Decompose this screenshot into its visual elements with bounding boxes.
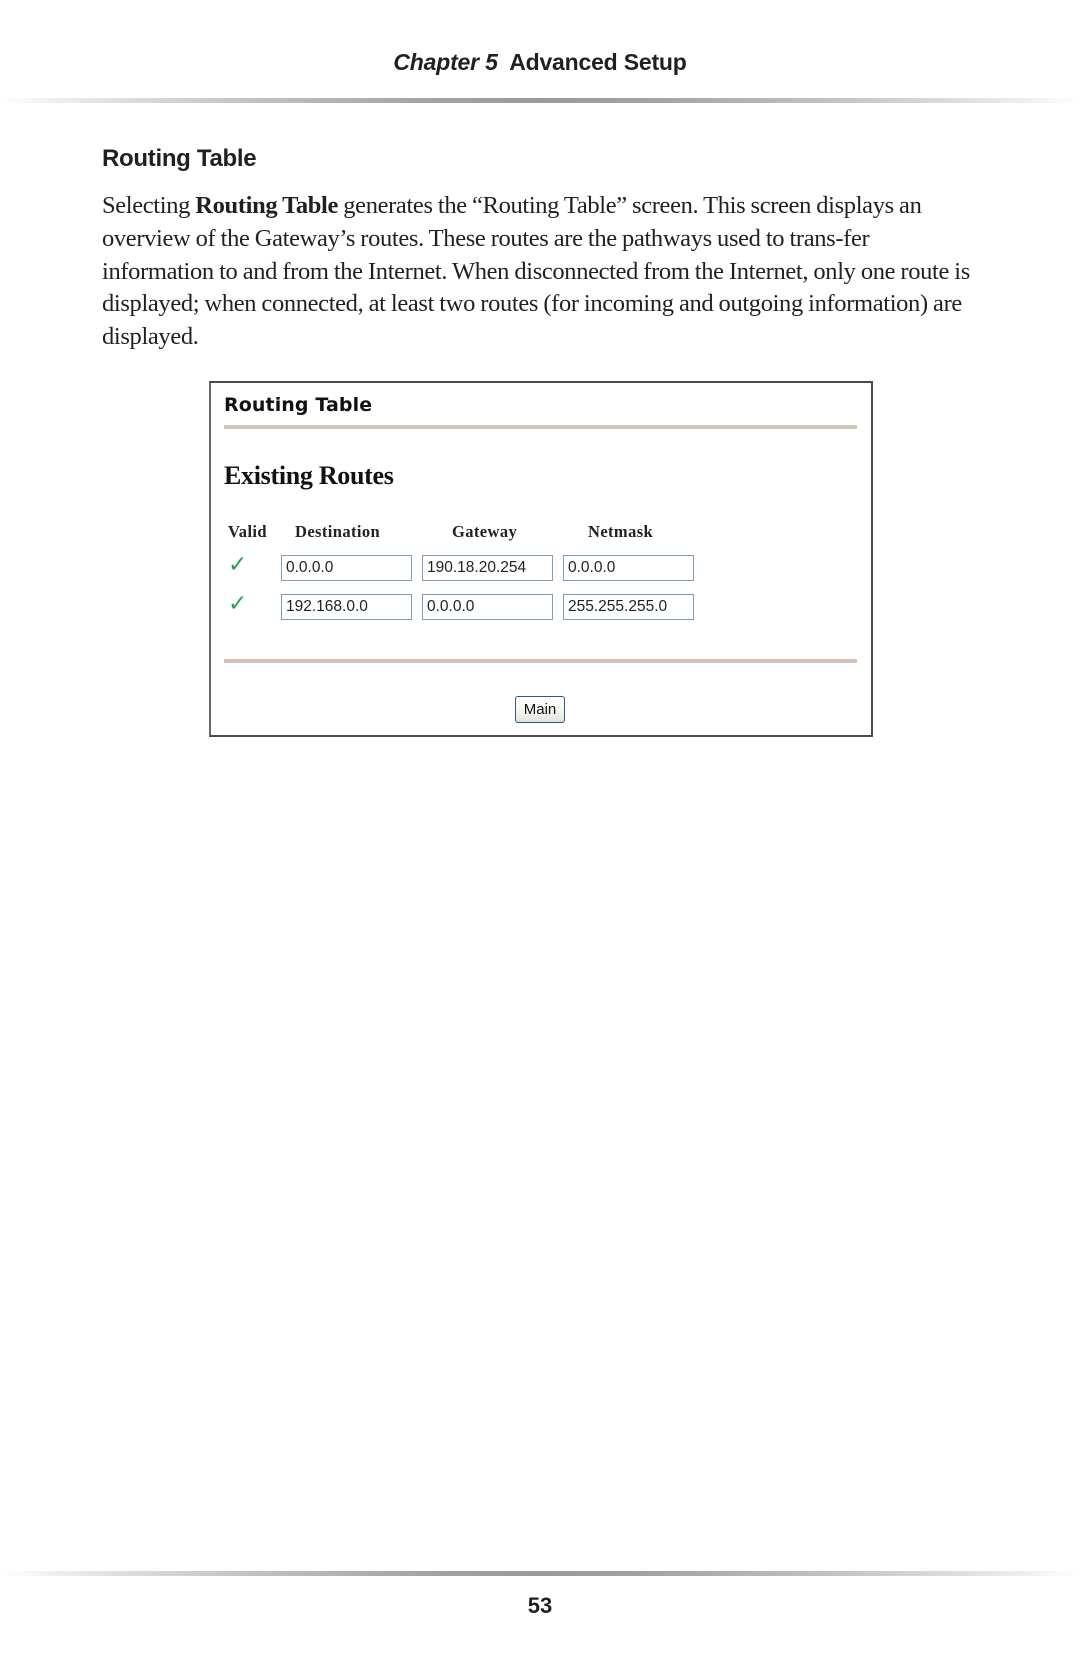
netmask-field[interactable]: 255.255.255.0 <box>563 594 694 620</box>
destination-field[interactable]: 0.0.0.0 <box>281 555 412 581</box>
header-rule <box>0 98 1080 103</box>
running-header: Chapter 5 Advanced Setup <box>0 49 1080 76</box>
paragraph-bold-term: Routing Table <box>195 192 338 219</box>
route-row: ✓ 0.0.0.0 190.18.20.254 0.0.0.0 <box>211 552 871 581</box>
chapter-number: Chapter 5 <box>393 49 498 75</box>
netmask-field[interactable]: 0.0.0.0 <box>563 555 694 581</box>
main-button[interactable]: Main <box>515 696 565 723</box>
column-header-destination: Destination <box>295 522 381 541</box>
section-heading: Routing Table <box>102 145 257 172</box>
routing-table-screenshot: Routing Table Existing Routes Valid Dest… <box>209 381 873 737</box>
title-divider <box>224 425 857 429</box>
valid-check-icon: ✓ <box>228 552 248 578</box>
column-header-valid: Valid <box>228 522 267 541</box>
body-paragraph: Selecting Routing Table generates the “R… <box>102 190 982 354</box>
gateway-field[interactable]: 190.18.20.254 <box>422 555 553 581</box>
valid-check-icon: ✓ <box>228 591 248 617</box>
existing-routes-heading: Existing Routes <box>224 461 394 490</box>
page-number: 53 <box>527 1593 553 1618</box>
footer-rule <box>0 1571 1080 1576</box>
bottom-divider <box>224 659 857 663</box>
chapter-title: Advanced Setup <box>509 49 687 75</box>
route-row: ✓ 192.168.0.0 0.0.0.0 255.255.255.0 <box>211 591 871 620</box>
gateway-field[interactable]: 0.0.0.0 <box>422 594 553 620</box>
screen-title: Routing Table <box>224 394 373 416</box>
column-header-netmask: Netmask <box>588 522 654 541</box>
paragraph-text-start: Selecting <box>102 192 196 219</box>
column-header-gateway: Gateway <box>452 522 518 541</box>
destination-field[interactable]: 192.168.0.0 <box>281 594 412 620</box>
